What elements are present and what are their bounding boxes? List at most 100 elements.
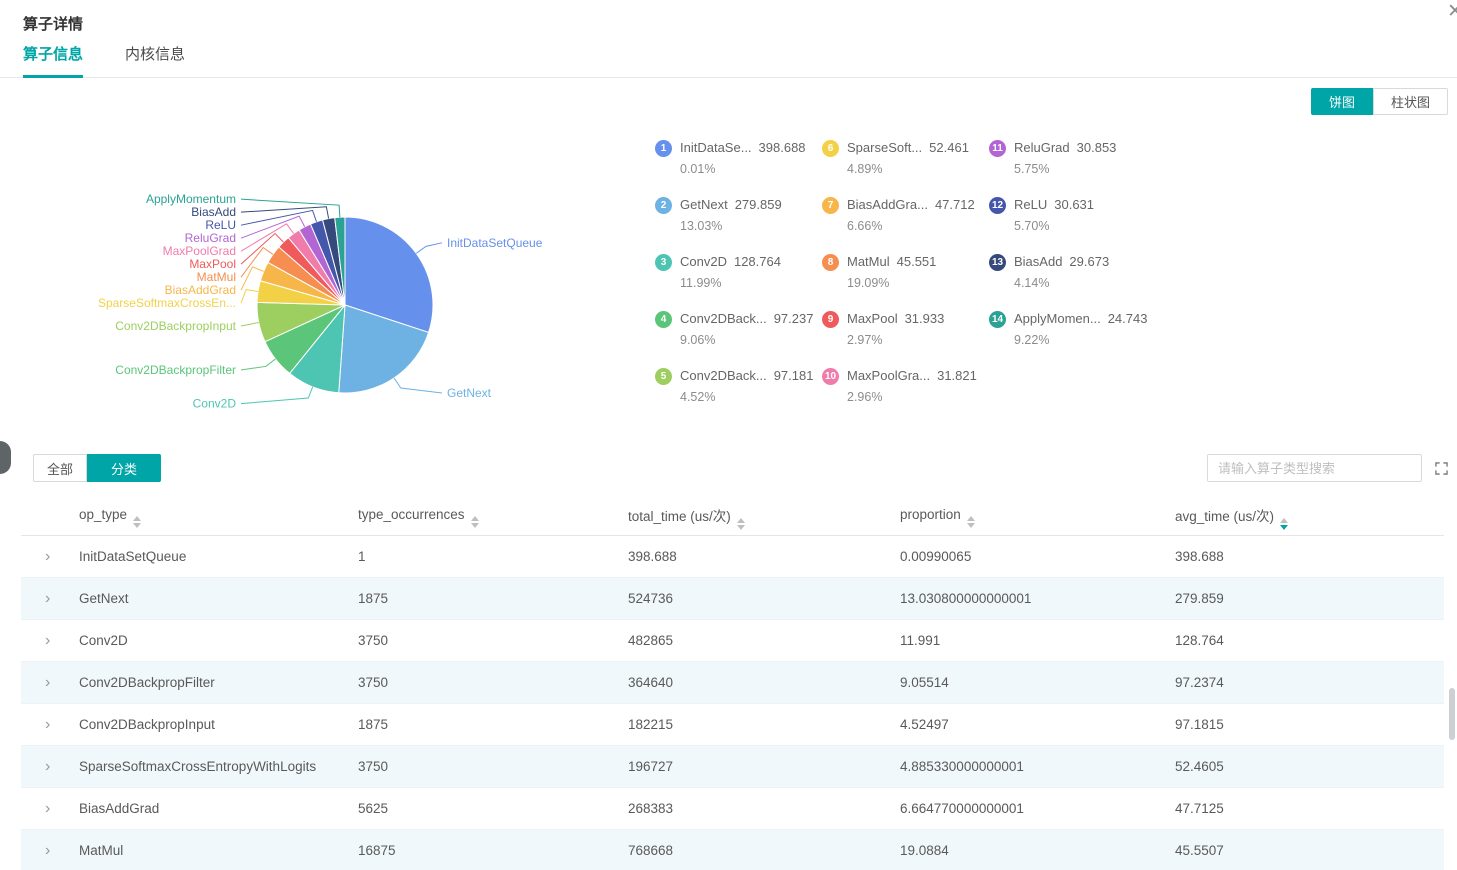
- table-row-SparseSoftmaxCrossEntropyWithLogits[interactable]: › SparseSoftmaxCrossEntropyWithLogits 3750…: [21, 746, 1444, 788]
- operator-table: op_type type_occurrences total_time (us/次)…: [21, 500, 1444, 870]
- row-expand-icon[interactable]: ›: [21, 800, 79, 817]
- sort-asc-icon[interactable]: [1280, 518, 1289, 523]
- legend-item-MaxPool[interactable]: 9 MaxPool 31.933 2.97%: [822, 311, 989, 368]
- page-title: 算子详情: [23, 16, 84, 33]
- sort-asc-icon[interactable]: [966, 516, 975, 521]
- legend-index-badge: 2: [655, 197, 672, 215]
- pie-label-GetNext: GetNext: [447, 386, 492, 400]
- legend-value: 30.631: [1054, 197, 1095, 212]
- legend-name: BiasAddGra...: [847, 197, 928, 212]
- sort-asc-icon[interactable]: [736, 518, 745, 523]
- pie-chart[interactable]: InitDataSetQueueGetNextApplyMomentumBias…: [0, 130, 640, 438]
- table-row-MatMul[interactable]: › MatMul 16875 768668 19.0884 45.5507: [21, 830, 1444, 870]
- legend-name: InitDataSe...: [680, 140, 752, 155]
- cell-avg_time: 45.5507: [1175, 843, 1224, 858]
- legend-item-GetNext[interactable]: 2 GetNext 279.859 13.03%: [655, 197, 822, 254]
- legend-item-BiasAdd[interactable]: 13 BiasAdd 29.673 4.14%: [989, 254, 1156, 311]
- legend-value: 279.859: [734, 197, 782, 212]
- filter-row: 全部 分类: [0, 454, 1457, 482]
- table-row-BiasAddGrad[interactable]: › BiasAddGrad 5625 268383 6.664770000000001 4…: [21, 788, 1444, 830]
- tab-operator-info[interactable]: 算子信息: [23, 43, 84, 78]
- sort-desc-icon[interactable]: [736, 525, 745, 530]
- table-row-Conv2D[interactable]: › Conv2D 3750 482865 11.991 128.764: [21, 620, 1444, 662]
- legend-item-ReluGrad[interactable]: 11 ReluGrad 30.853 5.75%: [989, 140, 1156, 197]
- cell-proportion: 4.52497: [900, 717, 949, 732]
- column-header-type_occurrences[interactable]: type_occurrences: [358, 507, 628, 528]
- pie-label-SparseSoftmaxCrossEntropyWithLogits: SparseSoftmaxCrossEn...: [98, 296, 236, 310]
- row-expand-icon[interactable]: ›: [21, 590, 79, 607]
- legend-value: 31.933: [904, 311, 945, 326]
- row-expand-icon[interactable]: ›: [21, 758, 79, 775]
- column-header-avg_time[interactable]: avg_time (us/次): [1175, 505, 1444, 530]
- legend-item-MaxPoolGrad[interactable]: 10 MaxPoolGra... 31.821 2.96%: [822, 368, 989, 425]
- legend-item-Conv2DBackpropInput[interactable]: 5 Conv2DBack... 97.181 4.52%: [655, 368, 822, 425]
- legend-index-badge: 9: [822, 311, 839, 329]
- legend-item-Conv2DBackpropFilter[interactable]: 4 Conv2DBack... 97.237 9.06%: [655, 311, 822, 368]
- sort-asc-icon[interactable]: [133, 516, 142, 521]
- sort-desc-icon[interactable]: [133, 523, 142, 528]
- cell-op_type: SparseSoftmaxCrossEntropyWithLogits: [79, 759, 317, 774]
- pie-label-Conv2DBackpropInput: Conv2DBackpropInput: [115, 319, 236, 333]
- bar-view-button[interactable]: 柱状图: [1372, 88, 1448, 115]
- sort-carets-icon[interactable]: [736, 518, 745, 530]
- cell-op_type: Conv2D: [79, 633, 128, 648]
- sort-desc-icon[interactable]: [966, 523, 975, 528]
- legend-value: 29.673: [1069, 254, 1110, 269]
- column-header-proportion[interactable]: proportion: [900, 507, 1175, 528]
- column-header-op_type[interactable]: op_type: [79, 507, 358, 528]
- legend-percent: 0.01%: [680, 162, 716, 177]
- table-row-Conv2DBackpropFilter[interactable]: › Conv2DBackpropFilter 3750 364640 9.05514 97…: [21, 662, 1444, 704]
- sort-desc-icon[interactable]: [1280, 525, 1289, 530]
- cell-op_type: Conv2DBackpropInput: [79, 717, 215, 732]
- filter-category-button[interactable]: 分类: [87, 454, 162, 482]
- scrollbar-thumb[interactable]: [1449, 688, 1455, 740]
- tab-kernel-info[interactable]: 内核信息: [125, 43, 185, 77]
- cell-proportion: 9.05514: [900, 675, 949, 690]
- fullscreen-icon[interactable]: [1435, 461, 1448, 475]
- table-row-Conv2DBackpropInput[interactable]: › Conv2DBackpropInput 1875 182215 4.52497 97.…: [21, 704, 1444, 746]
- row-expand-icon[interactable]: ›: [21, 716, 79, 733]
- column-label: op_type: [79, 507, 128, 522]
- column-header-total_time[interactable]: total_time (us/次): [628, 505, 900, 530]
- legend-index-badge: 14: [989, 311, 1006, 329]
- legend-item-Conv2D[interactable]: 3 Conv2D 128.764 11.99%: [655, 254, 822, 311]
- sort-asc-icon[interactable]: [470, 516, 479, 521]
- legend-item-ApplyMomentum[interactable]: 14 ApplyMomen... 24.743 9.22%: [989, 311, 1156, 368]
- cell-type_occurrences: 1: [358, 549, 366, 564]
- cell-avg_time: 97.2374: [1175, 675, 1224, 690]
- pie-label-line: [240, 198, 341, 218]
- pie-label-line: [240, 289, 259, 304]
- cell-avg_time: 279.859: [1175, 591, 1224, 606]
- row-expand-icon[interactable]: ›: [21, 632, 79, 649]
- close-icon[interactable]: ✕: [1447, 2, 1457, 21]
- sort-carets-icon[interactable]: [133, 516, 142, 528]
- legend-item-InitDataSetQueue[interactable]: 1 InitDataSe... 398.688 0.01%: [655, 140, 822, 197]
- pie-view-button[interactable]: 饼图: [1310, 88, 1373, 115]
- sort-carets-icon[interactable]: [470, 516, 479, 528]
- sort-carets-icon[interactable]: [1280, 518, 1289, 530]
- pie-label-BiasAdd: BiasAdd: [191, 205, 236, 219]
- filter-all-button[interactable]: 全部: [33, 454, 88, 482]
- sort-desc-icon[interactable]: [470, 523, 479, 528]
- search-input[interactable]: [1207, 454, 1422, 482]
- legend-item-BiasAddGrad[interactable]: 7 BiasAddGra... 47.712 6.66%: [822, 197, 989, 254]
- legend-item-SparseSoftmaxCrossEntropyWithLogits[interactable]: 6 SparseSoft... 52.461 4.89%: [822, 140, 989, 197]
- legend-item-MatMul[interactable]: 8 MatMul 45.551 19.09%: [822, 254, 989, 311]
- legend-name: ReluGrad: [1014, 140, 1070, 155]
- table-row-GetNext[interactable]: › GetNext 1875 524736 13.030800000000001 279.…: [21, 578, 1444, 620]
- filter-group: 全部 分类: [33, 454, 162, 482]
- pie-label-MatMul: MatMul: [197, 270, 236, 284]
- table-row-InitDataSetQueue[interactable]: › InitDataSetQueue 1 398.688 0.00990065 398.6…: [21, 536, 1444, 578]
- sort-carets-icon[interactable]: [966, 516, 975, 528]
- row-expand-icon[interactable]: ›: [21, 674, 79, 691]
- row-expand-icon[interactable]: ›: [21, 842, 79, 859]
- legend-name: SparseSoft...: [847, 140, 923, 155]
- legend-percent: 5.75%: [1014, 162, 1050, 177]
- cell-total_time: 364640: [628, 675, 674, 690]
- legend-value: 24.743: [1107, 311, 1148, 326]
- row-expand-icon[interactable]: ›: [21, 548, 79, 565]
- column-label: type_occurrences: [358, 507, 465, 522]
- pie-label-line: [240, 386, 314, 405]
- legend-percent: 5.70%: [1014, 219, 1050, 234]
- legend-item-ReLU[interactable]: 12 ReLU 30.631 5.70%: [989, 197, 1156, 254]
